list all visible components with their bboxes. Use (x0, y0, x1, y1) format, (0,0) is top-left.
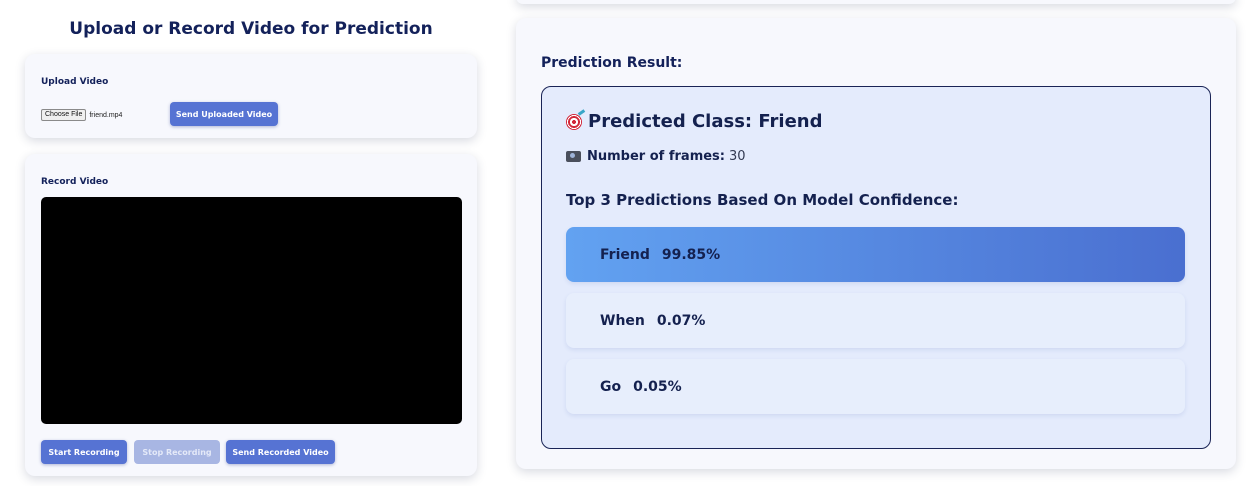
prediction-row: Friend 99.85% (566, 227, 1185, 282)
frames-label: Number of frames: (587, 149, 725, 164)
choose-file-button[interactable]: Choose File (41, 109, 87, 121)
upload-video-heading: Upload Video (41, 77, 109, 87)
record-video-heading: Record Video (41, 177, 109, 187)
prediction-confidence: 0.05% (633, 378, 682, 395)
prediction-confidence: 0.07% (656, 312, 706, 329)
predicted-class: Predicted Class: Friend (566, 111, 822, 132)
prediction-result-heading: Prediction Result: (541, 55, 683, 71)
selected-file-name: friend.mp4 (89, 111, 123, 119)
frames-value: 30 (729, 149, 746, 164)
frames-row: Number of frames: 30 (566, 149, 746, 164)
camera-icon (566, 151, 581, 162)
video-preview (41, 197, 462, 424)
send-uploaded-video-button[interactable]: Send Uploaded Video (170, 102, 278, 126)
prediction-row: Go 0.05% (566, 359, 1185, 414)
page-title: Upload or Record Video for Prediction (69, 19, 433, 39)
start-recording-button[interactable]: Start Recording (41, 440, 127, 464)
target-icon (566, 113, 582, 130)
send-recorded-video-button[interactable]: Send Recorded Video (226, 440, 335, 464)
prediction-result-box: Predicted Class: Friend Number of frames… (541, 86, 1211, 449)
predicted-class-text: Predicted Class: Friend (588, 111, 823, 132)
record-video-card: Record Video Start Recording Stop Record… (25, 154, 477, 476)
prediction-confidence: 99.85% (661, 246, 721, 263)
previous-card-edge (516, 0, 1236, 4)
prediction-row: When 0.07% (566, 293, 1185, 348)
upload-video-card: Upload Video Choose File friend.mp4 Send… (25, 54, 477, 138)
file-picker[interactable]: Choose File friend.mp4 (41, 109, 122, 121)
stop-recording-button[interactable]: Stop Recording (134, 440, 220, 464)
prediction-label: When (600, 312, 645, 329)
prediction-label: Friend (600, 246, 650, 263)
prediction-label: Go (600, 378, 622, 395)
top-predictions-heading: Top 3 Predictions Based On Model Confide… (566, 191, 959, 209)
prediction-result-card: Prediction Result: Predicted Class: Frie… (516, 18, 1236, 469)
